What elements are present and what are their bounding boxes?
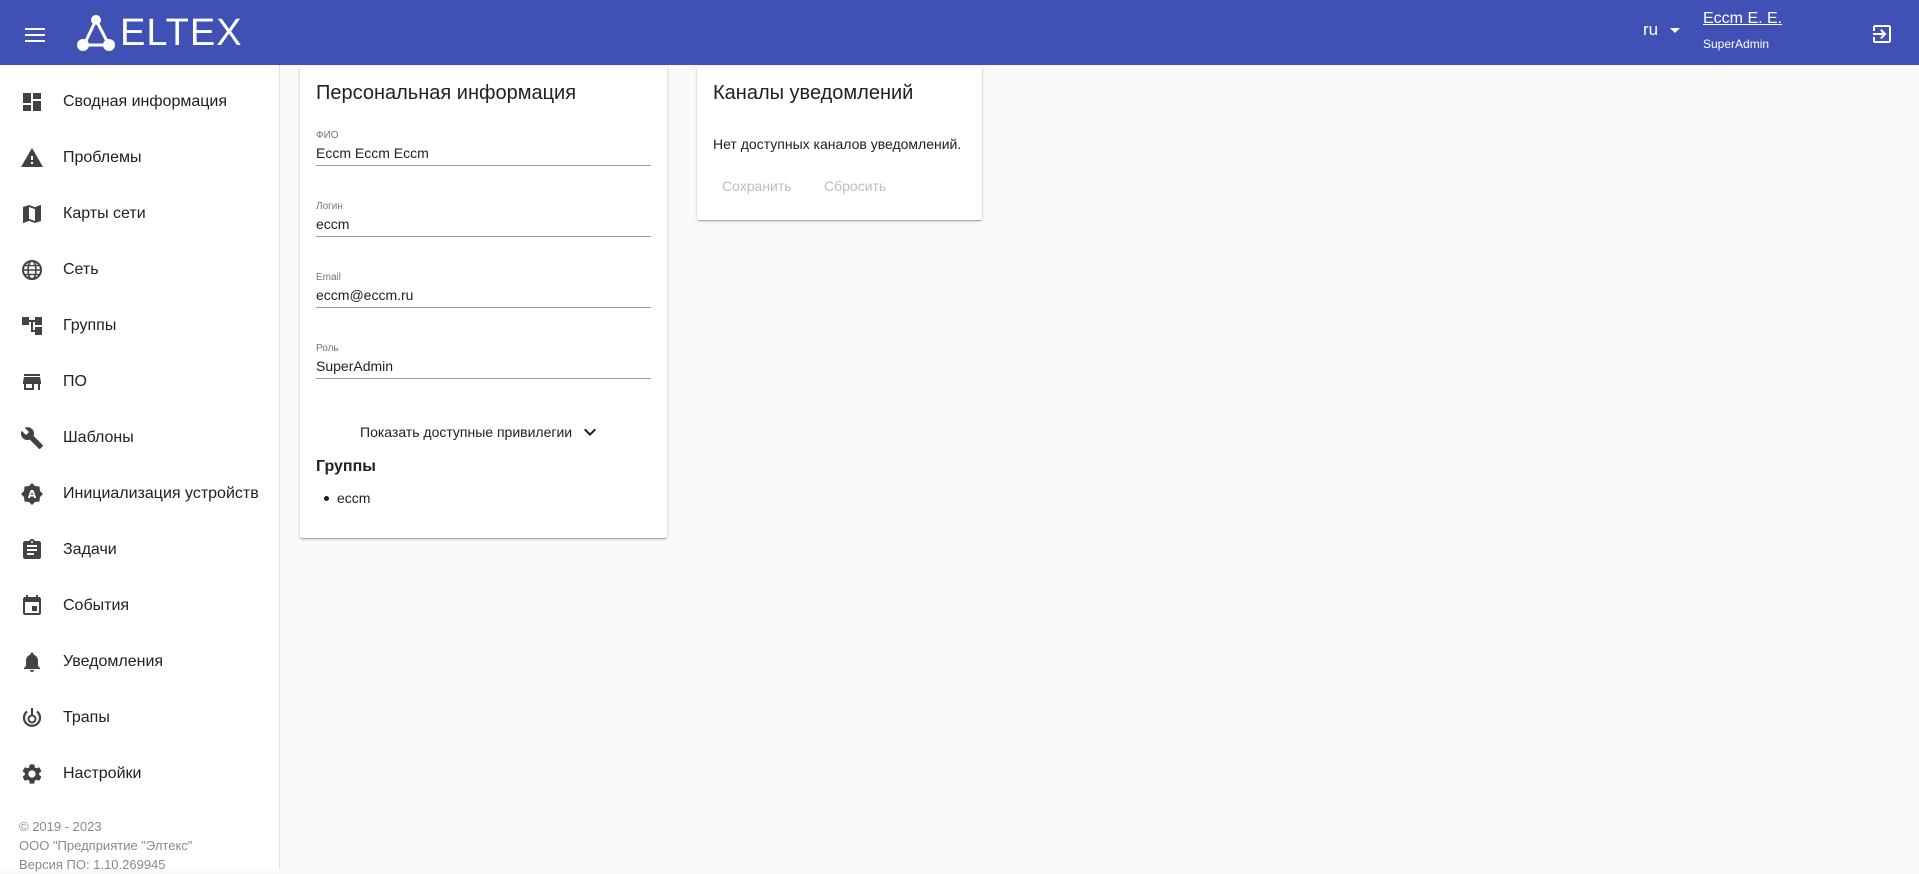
wrench-icon (20, 426, 44, 450)
caret-down-icon (1670, 27, 1681, 33)
bell-icon (20, 650, 44, 674)
globe-icon (20, 258, 44, 282)
field-label: ФИО (316, 130, 339, 141)
sidebar-item-problems[interactable]: Проблемы (0, 136, 279, 180)
sidebar-item-label: Уведомления (63, 653, 164, 670)
field-value: eccm@eccm.ru (316, 287, 651, 308)
user-name-link[interactable]: Eccm E. E. (1703, 10, 1782, 28)
groups-title: Группы (316, 458, 376, 475)
menu-icon[interactable] (20, 20, 50, 50)
save-button[interactable]: Сохранить (722, 178, 792, 194)
version-text: Версия ПО: 1.10.269945 (19, 857, 166, 872)
sidebar-item-label: Трапы (63, 709, 110, 726)
top-app-bar: ELTEX ru Eccm E. E. SuperAdmin (0, 0, 1919, 65)
trap-icon (20, 706, 44, 730)
user-info: Eccm E. E. SuperAdmin (1703, 10, 1782, 51)
field-value: eccm (316, 216, 651, 237)
field-label: Логин (316, 201, 343, 212)
sidebar-item-groups[interactable]: Группы (0, 304, 279, 348)
language-select[interactable]: ru (1643, 20, 1681, 40)
sidebar: Сводная информация Проблемы Карты сети С… (0, 65, 280, 872)
eltex-logo[interactable]: ELTEX (76, 13, 243, 53)
notification-channels-card: Каналы уведомлений Нет доступных каналов… (697, 66, 982, 220)
logo-mark-icon (77, 15, 115, 51)
language-value: ru (1643, 20, 1659, 39)
sidebar-item-label: Сеть (63, 261, 99, 278)
sidebar-item-label: Карты сети (63, 205, 146, 222)
field-value: Eccm Eccm Eccm (316, 145, 651, 166)
copyright-text: © 2019 - 2023 (19, 819, 102, 834)
sidebar-item-label: ПО (63, 373, 87, 390)
sidebar-item-tasks[interactable]: Задачи (0, 528, 279, 572)
sidebar-item-label: Шаблоны (63, 429, 134, 446)
map-icon (20, 202, 44, 226)
svg-text:A: A (28, 488, 37, 501)
logout-icon[interactable] (1870, 22, 1894, 46)
user-role: SuperAdmin (1703, 37, 1770, 51)
notification-channels-title: Каналы уведомлений (713, 82, 914, 104)
sidebar-item-settings[interactable]: Настройки (0, 752, 279, 796)
field-label: Email (316, 272, 342, 283)
sidebar-item-events[interactable]: События (0, 584, 279, 628)
sidebar-item-templates[interactable]: Шаблоны (0, 416, 279, 460)
hierarchy-icon (20, 314, 44, 338)
store-icon (20, 370, 44, 394)
reset-button[interactable]: Сбросить (824, 178, 886, 194)
show-privileges-label: Показать доступные привилегии (360, 424, 573, 440)
bullet-icon (324, 495, 329, 501)
field-label: Роль (316, 343, 339, 354)
personal-info-card: Персональная информация ФИО Eccm Eccm Ec… (300, 66, 667, 538)
auto-setup-icon: A (20, 482, 44, 506)
sidebar-item-network-maps[interactable]: Карты сети (0, 192, 279, 236)
list-item: eccm (324, 490, 370, 506)
sidebar-item-label: Сводная информация (63, 93, 227, 110)
sidebar-item-traps[interactable]: Трапы (0, 696, 279, 740)
company-text: ООО "Предприятие "Элтекс" (19, 838, 193, 853)
sidebar-item-software[interactable]: ПО (0, 360, 279, 404)
group-name: eccm (337, 490, 371, 506)
sidebar-item-label: Проблемы (63, 149, 142, 166)
warning-icon (20, 146, 44, 170)
sidebar-item-label: Группы (63, 317, 117, 334)
field-value: SuperAdmin (316, 358, 651, 379)
sidebar-item-notifications[interactable]: Уведомления (0, 640, 279, 684)
show-privileges-button[interactable]: Показать доступные привилегии (360, 420, 602, 444)
chevron-down-icon (584, 428, 597, 436)
sidebar-item-device-init[interactable]: A Инициализация устройств (0, 472, 279, 516)
sidebar-item-label: Задачи (63, 541, 117, 558)
no-channels-text: Нет доступных каналов уведомлений. (713, 136, 962, 152)
logo-text: ELTEX (120, 12, 243, 54)
sidebar-item-network[interactable]: Сеть (0, 248, 279, 292)
gear-icon (20, 762, 44, 786)
sidebar-footer: © 2019 - 2023 ООО "Предприятие "Элтекс" … (19, 817, 192, 874)
personal-info-title: Персональная информация (316, 82, 577, 104)
sidebar-item-label: События (63, 597, 130, 614)
dashboard-icon (20, 90, 44, 114)
full-name-field: ФИО Eccm Eccm Eccm (316, 130, 651, 166)
sidebar-item-label: Инициализация устройств (63, 485, 259, 502)
sidebar-item-summary[interactable]: Сводная информация (0, 80, 279, 124)
clipboard-icon (20, 538, 44, 562)
role-field: Роль SuperAdmin (316, 343, 651, 379)
login-field: Логин eccm (316, 201, 651, 237)
calendar-icon (20, 594, 44, 618)
sidebar-item-label: Настройки (63, 765, 142, 782)
email-field: Email eccm@eccm.ru (316, 272, 651, 308)
